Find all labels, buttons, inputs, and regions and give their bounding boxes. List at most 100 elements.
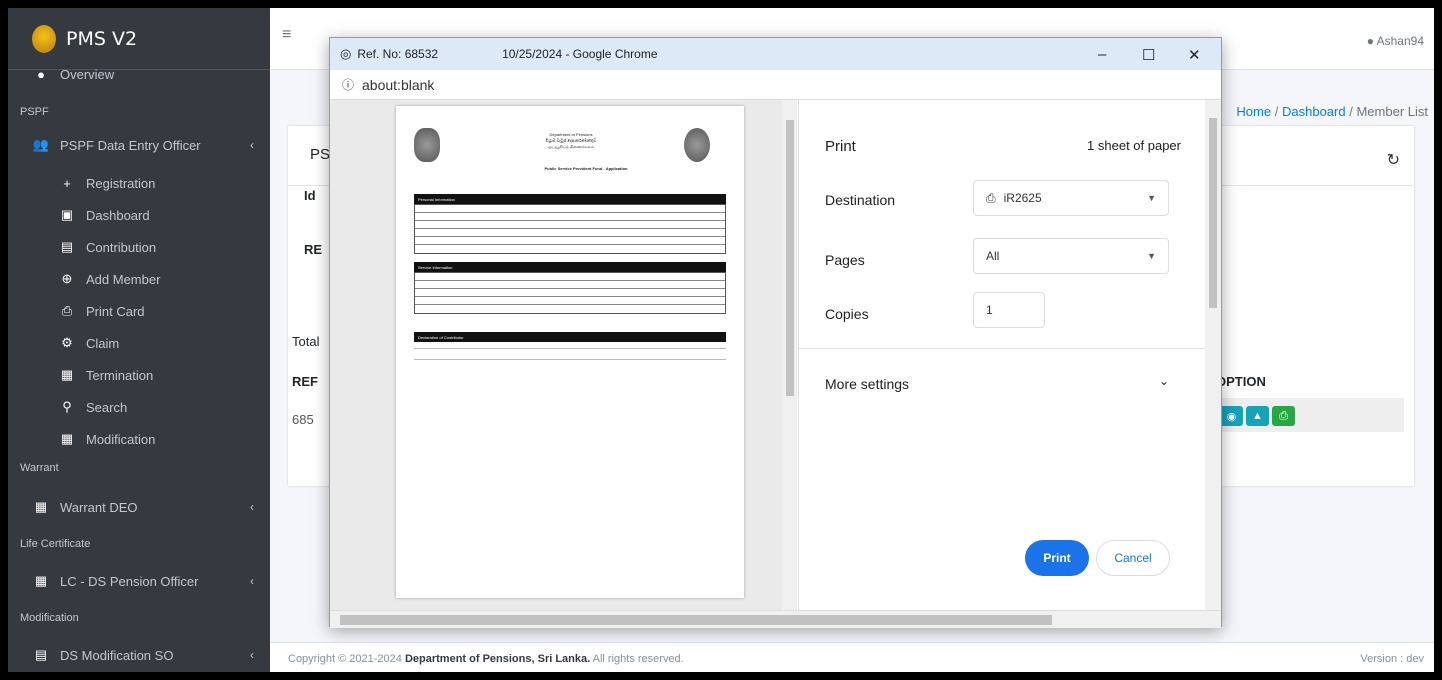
sidebar-item-label: Overview xyxy=(60,66,115,82)
sidebar-item-add-member[interactable]: ⊕ Add Member xyxy=(8,268,270,290)
preview-declaration-text xyxy=(414,348,726,360)
sidebar-item-overview[interactable]: ● Overview xyxy=(8,66,270,82)
sidebar-item-pspf-officer[interactable]: 👥 PSPF Data Entry Officer ‹ xyxy=(8,134,270,156)
minimize-icon[interactable]: – xyxy=(1098,46,1106,63)
user-icon: ▲ xyxy=(1252,410,1263,422)
column-header-ref: REF xyxy=(292,374,318,389)
breadcrumb-home[interactable]: Home xyxy=(1236,104,1271,119)
preview-form-title: Public Service Provident Fund - Applicat… xyxy=(544,166,628,171)
document-icon: ▦ xyxy=(34,499,48,514)
id-card-icon: ▤ xyxy=(60,239,74,254)
footer: Copyright © 2021-2024 Department of Pens… xyxy=(270,642,1434,672)
preview-section-declaration: Declaration of Contributor xyxy=(414,332,726,342)
user-name: Ashan94 xyxy=(1376,34,1424,48)
menu-toggle-icon[interactable]: ≡ xyxy=(282,26,291,44)
users-icon: ▣ xyxy=(60,207,74,222)
sidebar-item-search[interactable]: ⚲ Search xyxy=(8,396,270,418)
sidebar-item-modification[interactable]: ▦ Modification xyxy=(8,428,270,450)
more-settings-label: More settings xyxy=(825,376,910,392)
sidebar-item-print-card[interactable]: ⎙ Print Card xyxy=(8,300,270,322)
pages-select[interactable]: All ▼ xyxy=(973,238,1169,274)
organization-link[interactable]: Department of Pensions, Sri Lanka. xyxy=(405,653,590,665)
more-settings-toggle[interactable]: More settings xyxy=(825,376,909,392)
sidebar-header-modification: Modification xyxy=(20,612,79,624)
document-icon: ▦ xyxy=(60,367,74,382)
sidebar-item-label: Print Card xyxy=(86,303,145,319)
view-button[interactable]: ◉ xyxy=(1220,406,1243,426)
divider xyxy=(799,348,1205,349)
card-title-fragment: PS xyxy=(310,146,331,163)
dialog-titlebar[interactable]: ◎ Ref. No: 68532 10/25/2024 - Google Chr… xyxy=(330,38,1221,70)
sidebar-item-dashboard[interactable]: ▣ Dashboard xyxy=(8,204,270,226)
destination-select[interactable]: ⎙ iR2625 ▼ xyxy=(973,180,1169,216)
sidebar-item-ds-modification[interactable]: ▤ DS Modification SO ‹ xyxy=(8,644,270,666)
copies-label: Copies xyxy=(825,306,869,322)
rights-text: All rights reserved. xyxy=(592,653,684,665)
brand[interactable]: PMS V2 xyxy=(8,8,270,70)
chevron-down-icon[interactable]: ⌄ xyxy=(1159,374,1169,388)
sidebar-item-label: PSPF Data Entry Officer xyxy=(60,137,201,153)
preview-scroll-thumb[interactable] xyxy=(786,120,794,396)
id-card-icon: ▤ xyxy=(34,647,48,662)
preview-org-ta: ஓய்வூதியத் திணைக்களம் xyxy=(548,144,594,149)
sidebar-item-warrant-deo[interactable]: ▦ Warrant DEO ‹ xyxy=(8,496,270,518)
pages-value: All xyxy=(986,249,1000,263)
copyright-text: Copyright © 2021-2024 xyxy=(288,653,402,665)
pages-label: Pages xyxy=(825,252,865,268)
preview-sheet: Department of Pensions විශ්‍රාම වැටුප් ද… xyxy=(396,106,744,598)
pensions-logo-icon xyxy=(684,128,710,162)
sidebar-item-label: Claim xyxy=(86,335,120,351)
preview-table-service xyxy=(414,272,726,314)
chevron-down-icon: ▼ xyxy=(1147,251,1156,261)
maximize-icon[interactable]: ☐ xyxy=(1142,46,1155,64)
profile-button[interactable]: ▲ xyxy=(1246,406,1269,426)
sidebar-item-claim[interactable]: ⚙ Claim xyxy=(8,332,270,354)
dialog-title-date: 10/25/2024 - Google Chrome xyxy=(502,47,658,61)
settings-scroll-thumb[interactable] xyxy=(1209,118,1217,308)
print-button[interactable]: Print xyxy=(1025,540,1089,576)
breadcrumb-separator: / xyxy=(1349,104,1353,119)
user-menu[interactable]: ● Ashan94 xyxy=(1367,34,1424,48)
horizontal-scrollbar[interactable] xyxy=(330,610,1221,628)
close-icon[interactable]: ✕ xyxy=(1188,46,1201,64)
sidebar-item-lc-officer[interactable]: ▦ LC - DS Pension Officer ‹ xyxy=(8,570,270,592)
print-row-button[interactable]: ⎙ xyxy=(1272,406,1295,426)
sidebar-item-contribution[interactable]: ▤ Contribution xyxy=(8,236,270,258)
copies-input[interactable]: 1 xyxy=(973,292,1045,328)
add-user-icon: ⊕ xyxy=(61,271,73,286)
cancel-button[interactable]: Cancel xyxy=(1096,540,1170,576)
preview-org-block: Department of Pensions විශ්‍රාම වැටුප් ද… xyxy=(516,132,626,150)
address-bar[interactable]: ⓘ about:blank xyxy=(330,70,1221,100)
version-text: Version : dev xyxy=(1360,653,1424,665)
column-header-option: OPTION xyxy=(1216,374,1266,389)
sidebar-item-label: LC - DS Pension Officer xyxy=(60,573,199,589)
sidebar-item-label: Registration xyxy=(86,175,156,191)
emblem-icon xyxy=(414,128,440,162)
ref-label-fragment: RE xyxy=(304,242,323,257)
horizontal-scroll-thumb[interactable] xyxy=(340,615,1052,625)
document-icon: ▦ xyxy=(34,573,48,588)
sidebar-item-label: DS Modification SO xyxy=(60,647,174,663)
chevron-left-icon: ‹ xyxy=(250,574,254,588)
chevron-left-icon: ‹ xyxy=(250,138,254,152)
users-icon: 👥 xyxy=(32,137,50,152)
sidebar-item-label: Contribution xyxy=(86,239,157,255)
sidebar-header-pspf: PSPF xyxy=(20,106,49,118)
breadcrumb-dashboard[interactable]: Dashboard xyxy=(1282,104,1346,119)
sidebar-item-label: Search xyxy=(86,399,128,415)
sidebar-item-termination[interactable]: ▦ Termination xyxy=(8,364,270,386)
sidebar: PMS V2 ● Overview PSPF 👥 PSPF Data Entry… xyxy=(8,8,270,672)
document-icon: ▦ xyxy=(60,431,74,446)
overview-icon: ● xyxy=(37,66,45,82)
print-settings-pane: Print 1 sheet of paper Destination ⎙ iR2… xyxy=(798,100,1205,610)
chevron-down-icon: ▼ xyxy=(1147,193,1156,203)
sidebar-item-registration[interactable]: + Registration xyxy=(8,172,270,194)
total-label-fragment: Total xyxy=(292,334,320,349)
sidebar-item-label: Termination xyxy=(86,367,154,383)
refresh-icon[interactable]: ↻ xyxy=(1387,150,1400,170)
sheet-count: 1 sheet of paper xyxy=(1087,138,1181,153)
copies-value: 1 xyxy=(986,303,993,317)
chevron-left-icon: ‹ xyxy=(250,500,254,514)
app-window: PMS V2 ● Overview PSPF 👥 PSPF Data Entry… xyxy=(8,8,1434,672)
sidebar-header-life-certificate: Life Certificate xyxy=(20,538,91,550)
